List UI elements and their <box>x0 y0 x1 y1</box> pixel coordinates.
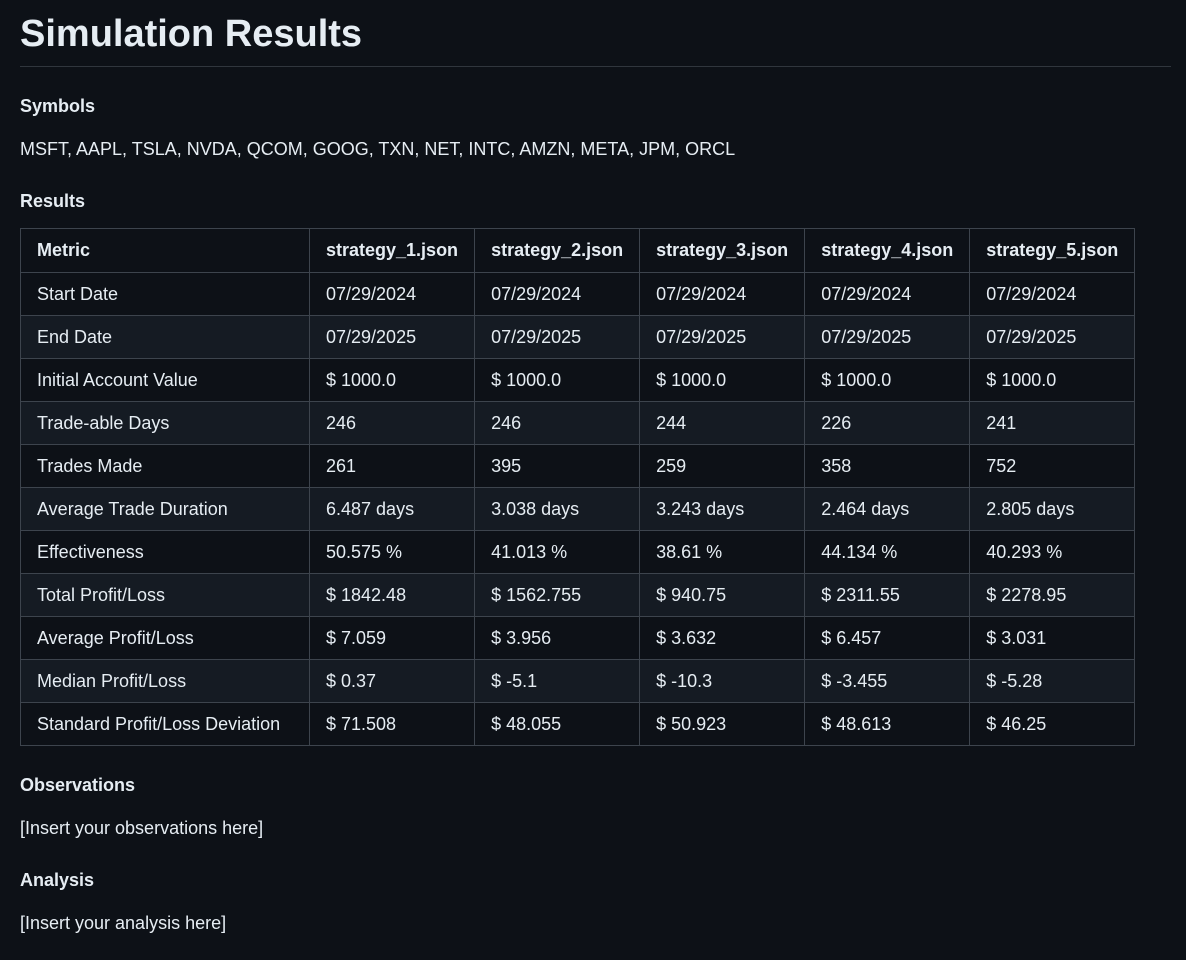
value-cell: 2.805 days <box>969 487 1136 531</box>
value-cell: $ -5.1 <box>474 659 641 703</box>
metric-cell: Median Profit/Loss <box>20 659 310 703</box>
table-header-row: Metric strategy_1.json strategy_2.json s… <box>20 228 1136 273</box>
symbols-heading: Symbols <box>20 96 96 116</box>
value-cell: 226 <box>804 401 971 445</box>
metric-cell: Effectiveness <box>20 530 310 574</box>
value-cell: 50.575 % <box>308 530 476 574</box>
value-cell: 261 <box>308 444 476 488</box>
value-cell: $ 1562.755 <box>474 573 641 617</box>
value-cell: 44.134 % <box>804 530 971 574</box>
value-cell: $ 3.031 <box>969 616 1136 660</box>
symbols-list: MSFT, AAPL, TSLA, NVDA, QCOM, GOOG, TXN,… <box>20 139 736 159</box>
analysis-heading: Analysis <box>20 870 95 890</box>
value-cell: $ 3.956 <box>474 616 641 660</box>
value-cell: 07/29/2024 <box>474 272 641 316</box>
metric-cell: Average Profit/Loss <box>20 616 310 660</box>
metric-cell: Standard Profit/Loss Deviation <box>20 702 310 746</box>
table-row: Standard Profit/Loss Deviation $ 71.508 … <box>20 702 1136 746</box>
value-cell: 241 <box>969 401 1136 445</box>
value-cell: $ 71.508 <box>308 702 476 746</box>
value-cell: 07/29/2025 <box>639 315 806 359</box>
value-cell: $ -3.455 <box>804 659 971 703</box>
value-cell: $ 1842.48 <box>308 573 476 617</box>
value-cell: 246 <box>308 401 476 445</box>
analysis-text: [Insert your analysis here] <box>20 913 227 933</box>
value-cell: $ 0.37 <box>308 659 476 703</box>
observations-text: [Insert your observations here] <box>20 818 264 838</box>
value-cell: $ 50.923 <box>639 702 806 746</box>
title-divider <box>20 66 1171 67</box>
metric-cell: Start Date <box>20 272 310 316</box>
value-cell: 38.61 % <box>639 530 806 574</box>
table-row: Average Trade Duration 6.487 days 3.038 … <box>20 487 1136 531</box>
value-cell: $ 48.613 <box>804 702 971 746</box>
metric-cell: Average Trade Duration <box>20 487 310 531</box>
value-cell: $ -10.3 <box>639 659 806 703</box>
value-cell: 2.464 days <box>804 487 971 531</box>
value-cell: $ 1000.0 <box>639 358 806 402</box>
value-cell: 07/29/2025 <box>474 315 641 359</box>
column-header-strategy-3: strategy_3.json <box>639 228 806 273</box>
column-header-strategy-1: strategy_1.json <box>308 228 476 273</box>
value-cell: 07/29/2024 <box>969 272 1136 316</box>
value-cell: $ 3.632 <box>639 616 806 660</box>
column-header-strategy-4: strategy_4.json <box>804 228 971 273</box>
value-cell: 395 <box>474 444 641 488</box>
value-cell: 244 <box>639 401 806 445</box>
table-row: Median Profit/Loss $ 0.37 $ -5.1 $ -10.3… <box>20 659 1136 703</box>
table-row: Start Date 07/29/2024 07/29/2024 07/29/2… <box>20 272 1136 316</box>
value-cell: $ 1000.0 <box>804 358 971 402</box>
table-body: Start Date 07/29/2024 07/29/2024 07/29/2… <box>20 272 1136 746</box>
table-row: Initial Account Value $ 1000.0 $ 1000.0 … <box>20 358 1136 402</box>
value-cell: 41.013 % <box>474 530 641 574</box>
column-header-metric: Metric <box>20 228 310 273</box>
results-table: Metric strategy_1.json strategy_2.json s… <box>20 228 1136 746</box>
column-header-strategy-2: strategy_2.json <box>474 228 641 273</box>
value-cell: $ 940.75 <box>639 573 806 617</box>
value-cell: 259 <box>639 444 806 488</box>
table-row: Total Profit/Loss $ 1842.48 $ 1562.755 $… <box>20 573 1136 617</box>
value-cell: $ 46.25 <box>969 702 1136 746</box>
table-row: Trades Made 261 395 259 358 752 <box>20 444 1136 488</box>
page-title: Simulation Results <box>20 13 363 55</box>
metric-cell: Trades Made <box>20 444 310 488</box>
value-cell: 07/29/2025 <box>308 315 476 359</box>
value-cell: $ 48.055 <box>474 702 641 746</box>
value-cell: 07/29/2024 <box>639 272 806 316</box>
results-heading: Results <box>20 191 86 211</box>
metric-cell: Total Profit/Loss <box>20 573 310 617</box>
value-cell: 07/29/2025 <box>804 315 971 359</box>
table-row: Effectiveness 50.575 % 41.013 % 38.61 % … <box>20 530 1136 574</box>
metric-cell: End Date <box>20 315 310 359</box>
value-cell: $ 6.457 <box>804 616 971 660</box>
value-cell: $ -5.28 <box>969 659 1136 703</box>
value-cell: $ 1000.0 <box>308 358 476 402</box>
observations-heading: Observations <box>20 775 136 795</box>
value-cell: 358 <box>804 444 971 488</box>
value-cell: $ 7.059 <box>308 616 476 660</box>
value-cell: 752 <box>969 444 1136 488</box>
value-cell: $ 2311.55 <box>804 573 971 617</box>
table-row: Trade-able Days 246 246 244 226 241 <box>20 401 1136 445</box>
metric-cell: Initial Account Value <box>20 358 310 402</box>
value-cell: 40.293 % <box>969 530 1136 574</box>
value-cell: 3.038 days <box>474 487 641 531</box>
value-cell: 6.487 days <box>308 487 476 531</box>
value-cell: 3.243 days <box>639 487 806 531</box>
value-cell: 07/29/2024 <box>804 272 971 316</box>
value-cell: 07/29/2024 <box>308 272 476 316</box>
value-cell: $ 1000.0 <box>474 358 641 402</box>
value-cell: $ 2278.95 <box>969 573 1136 617</box>
metric-cell: Trade-able Days <box>20 401 310 445</box>
column-header-strategy-5: strategy_5.json <box>969 228 1136 273</box>
value-cell: $ 1000.0 <box>969 358 1136 402</box>
value-cell: 246 <box>474 401 641 445</box>
table-row: Average Profit/Loss $ 7.059 $ 3.956 $ 3.… <box>20 616 1136 660</box>
value-cell: 07/29/2025 <box>969 315 1136 359</box>
page: Simulation Results Symbols MSFT, AAPL, T… <box>0 0 1186 960</box>
table-row: End Date 07/29/2025 07/29/2025 07/29/202… <box>20 315 1136 359</box>
